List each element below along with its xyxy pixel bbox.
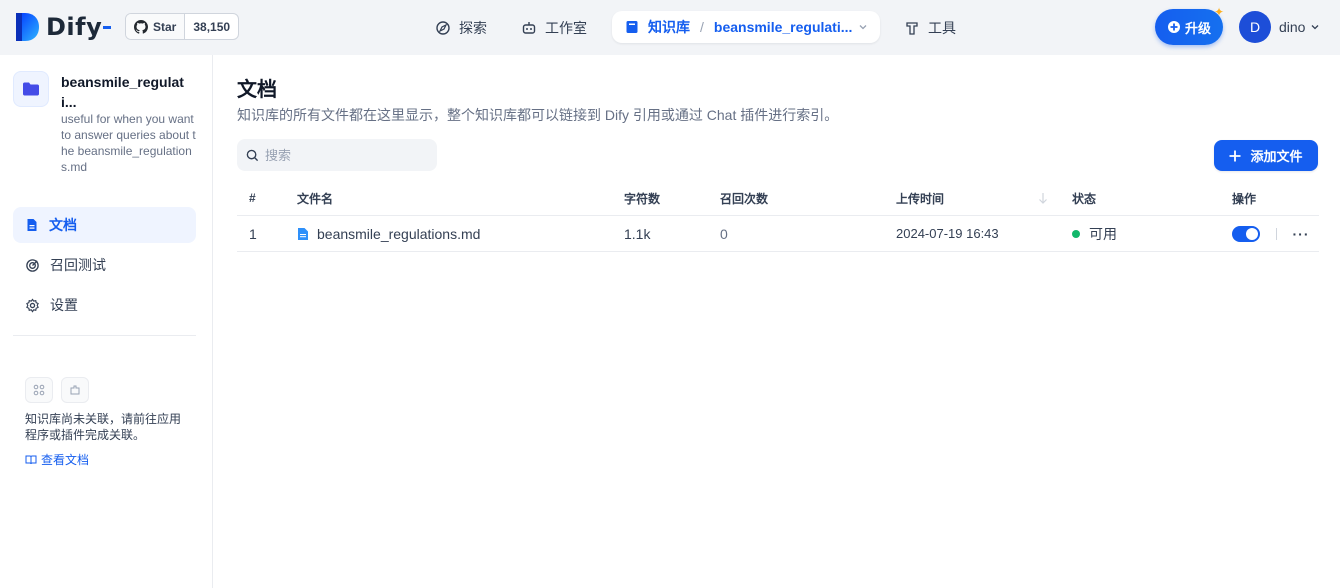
upgrade-label: 升级 [1184, 20, 1211, 36]
relation-icons [25, 377, 89, 403]
nav-tools[interactable]: 工具 [904, 13, 956, 42]
nav-explore-label: 探索 [459, 19, 487, 36]
target-icon [26, 258, 39, 272]
nav-knowledge-label: 知识库 [648, 19, 690, 35]
github-star-widget[interactable]: Star 38,150 [125, 13, 240, 40]
documents-table: # 文件名 字符数 召回次数 上传时间 状态 操作 1 beansmile_re… [237, 181, 1319, 252]
app-grid-icon [25, 377, 53, 403]
chevron-down-icon[interactable] [858, 22, 868, 32]
plugin-icon [61, 377, 89, 403]
dataset-description: useful for when you want to answer queri… [61, 112, 196, 174]
row-filename[interactable]: beansmile_regulations.md [297, 216, 480, 251]
row-chars: 1.1k [624, 225, 651, 242]
actions-divider [1276, 227, 1277, 240]
dataset-sidebar: beansmile_regulati... useful for when yo… [0, 55, 213, 588]
search-box[interactable] [237, 139, 437, 171]
search-icon [246, 149, 259, 161]
sparkle-icon: ✦ [1213, 5, 1224, 19]
view-docs-label: 查看文档 [41, 453, 90, 467]
robot-icon [522, 21, 536, 34]
row-index: 1 [249, 225, 257, 242]
col-actions: 操作 [1232, 191, 1257, 206]
sidebar-item-retrieval-test[interactable]: 召回测试 [13, 247, 196, 283]
documents-panel: 文档 知识库的所有文件都在这里显示，整个知识库都可以链接到 Dify 引用或通过… [213, 55, 1340, 588]
view-docs-link[interactable]: 查看文档 [25, 451, 89, 468]
nav-knowledge[interactable]: 知识库 / beansmile_regulati... [612, 11, 880, 43]
more-options-icon[interactable]: ··· [1289, 222, 1313, 246]
add-file-button[interactable]: 添加文件 [1214, 140, 1318, 171]
col-status: 状态 [1072, 191, 1097, 206]
col-upload-time[interactable]: 上传时间 [896, 181, 944, 215]
col-chars: 字符数 [624, 191, 661, 206]
book-icon [626, 21, 638, 33]
filename-text: beansmile_regulations.md [317, 225, 481, 242]
upgrade-button[interactable]: 升级 ✦ [1155, 5, 1224, 45]
sidebar-nav: 文档 召回测试 设置 [13, 207, 196, 327]
table-header: # 文件名 字符数 召回次数 上传时间 状态 操作 [237, 181, 1319, 216]
logo-underscore [103, 25, 112, 29]
markdown-file-icon [298, 227, 308, 240]
open-book-icon [25, 455, 37, 464]
row-actions: ··· [1232, 216, 1313, 251]
enable-toggle[interactable] [1232, 225, 1260, 242]
sidebar-item-label: 设置 [50, 297, 78, 313]
dify-logo-icon [14, 12, 40, 42]
upgrade-icon [1167, 21, 1180, 33]
sidebar-item-label: 召回测试 [50, 257, 106, 273]
dataset-folder-icon [13, 71, 49, 107]
sidebar-item-label: 文档 [49, 217, 77, 233]
dataset-name: beansmile_regulati... [61, 74, 184, 110]
page-title: 文档 [237, 79, 277, 101]
add-file-label: 添加文件 [1250, 149, 1303, 164]
user-menu[interactable]: dino [1279, 19, 1320, 35]
status-badge: 可用 [1089, 225, 1117, 242]
row-status: 可用 [1072, 216, 1117, 251]
plus-icon [1229, 150, 1241, 161]
document-icon [27, 219, 37, 231]
logo-text: Dify [46, 13, 103, 41]
nav-explore[interactable]: 探索 [435, 13, 487, 42]
col-index: # [249, 191, 256, 205]
sidebar-item-settings[interactable]: 设置 [13, 287, 196, 323]
page-description: 知识库的所有文件都在这里显示，整个知识库都可以链接到 Dify 引用或通过 Ch… [237, 107, 839, 123]
user-name: dino [1279, 19, 1306, 35]
sidebar-item-documents[interactable]: 文档 [13, 207, 196, 243]
search-input[interactable] [265, 147, 425, 163]
nav-studio[interactable]: 工作室 [521, 13, 587, 42]
table-row[interactable]: 1 beansmile_regulations.md 1.1k 0 2024-0… [237, 216, 1319, 252]
sidebar-divider [13, 335, 196, 336]
col-hits: 召回次数 [720, 191, 769, 206]
nav-knowledge-current[interactable]: beansmile_regulati... [714, 19, 853, 35]
row-hits: 0 [720, 225, 728, 242]
github-icon [134, 19, 148, 34]
nav-tools-label: 工具 [928, 19, 956, 36]
github-star-count[interactable]: 38,150 [185, 14, 238, 39]
compass-icon [436, 20, 450, 35]
col-filename: 文件名 [297, 191, 334, 206]
github-star-button[interactable]: Star [126, 14, 186, 39]
nav-studio-label: 工作室 [545, 19, 587, 36]
chevron-down-icon [1312, 25, 1319, 30]
row-upload-time: 2024-07-19 16:43 [896, 226, 999, 241]
relation-hint: 知识库尚未关联，请前往应用程序或插件完成关联。 [25, 412, 182, 442]
breadcrumb-separator: / [700, 19, 704, 35]
hammer-icon [906, 21, 918, 35]
top-navigation-bar: Dify Star 38,150 探索 工作室 知识库 / beansmile_… [0, 0, 1340, 55]
status-dot-icon [1072, 229, 1080, 238]
gear-icon [26, 297, 39, 313]
sort-arrow-icon[interactable] [1038, 181, 1048, 215]
github-star-label: Star [153, 19, 177, 34]
avatar[interactable]: D [1239, 11, 1271, 43]
dify-logo[interactable]: Dify [14, 12, 112, 42]
